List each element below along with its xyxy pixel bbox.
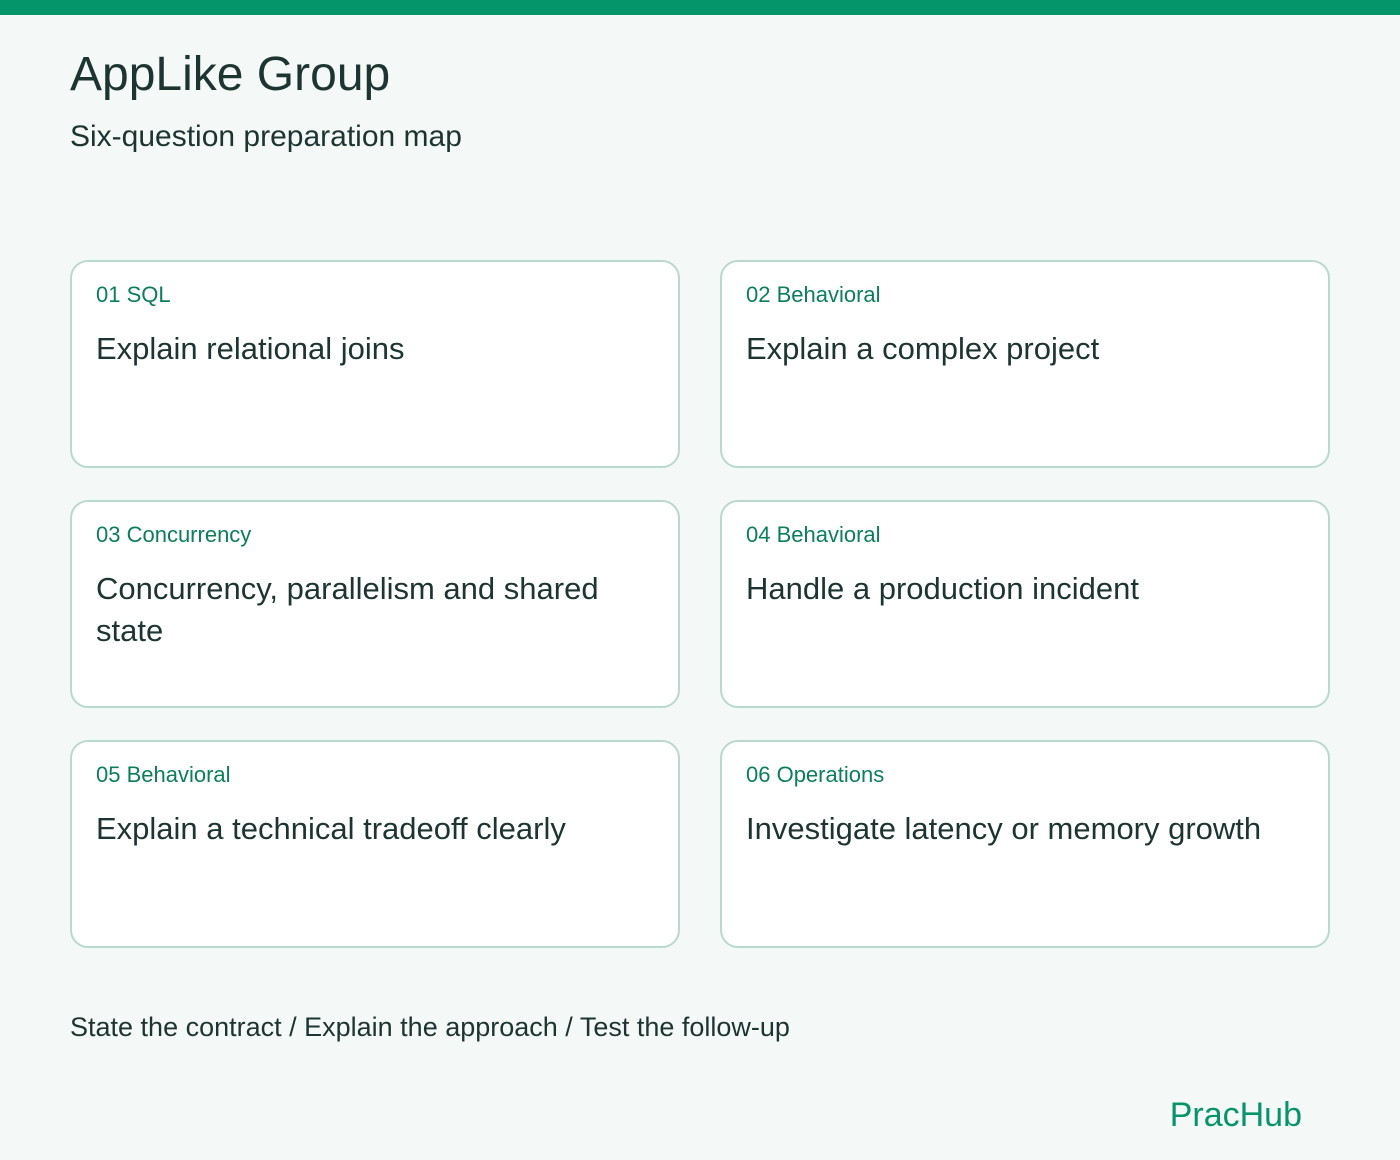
- preparation-steps: State the contract / Explain the approac…: [70, 1012, 790, 1042]
- question-tag: 05 Behavioral: [96, 762, 231, 787]
- question-card-4[interactable]: 04 Behavioral Handle a production incide…: [720, 500, 1330, 708]
- page-title: AppLike Group: [70, 48, 391, 101]
- question-card-5[interactable]: 05 Behavioral Explain a technical tradeo…: [70, 740, 680, 948]
- brand-logo-text: PracHub: [1169, 1096, 1302, 1134]
- question-title: Explain relational joins: [96, 331, 405, 366]
- question-title: Explain a technical tradeoff clearly: [96, 811, 566, 846]
- top-accent-bar: [0, 0, 1400, 15]
- question-title: Handle a production incident: [746, 571, 1139, 606]
- question-card-6[interactable]: 06 Operations Investigate latency or mem…: [720, 740, 1330, 948]
- question-tag: 04 Behavioral: [746, 522, 881, 547]
- question-card-1[interactable]: 01 SQL Explain relational joins: [70, 260, 680, 468]
- question-card-2[interactable]: 02 Behavioral Explain a complex project: [720, 260, 1330, 468]
- question-title: Investigate latency or memory growth: [746, 811, 1262, 846]
- question-tag: 03 Concurrency: [96, 522, 252, 547]
- question-tag: 02 Behavioral: [746, 282, 881, 307]
- question-card-3[interactable]: 03 Concurrency Concurrency, parallelism …: [70, 500, 680, 708]
- page-subtitle: Six-question preparation map: [70, 120, 462, 153]
- question-title: Explain a complex project: [746, 331, 1100, 366]
- question-tag: 01 SQL: [96, 282, 171, 307]
- question-tag: 06 Operations: [746, 762, 885, 787]
- question-title: Concurrency, parallelism and shared stat…: [96, 571, 599, 648]
